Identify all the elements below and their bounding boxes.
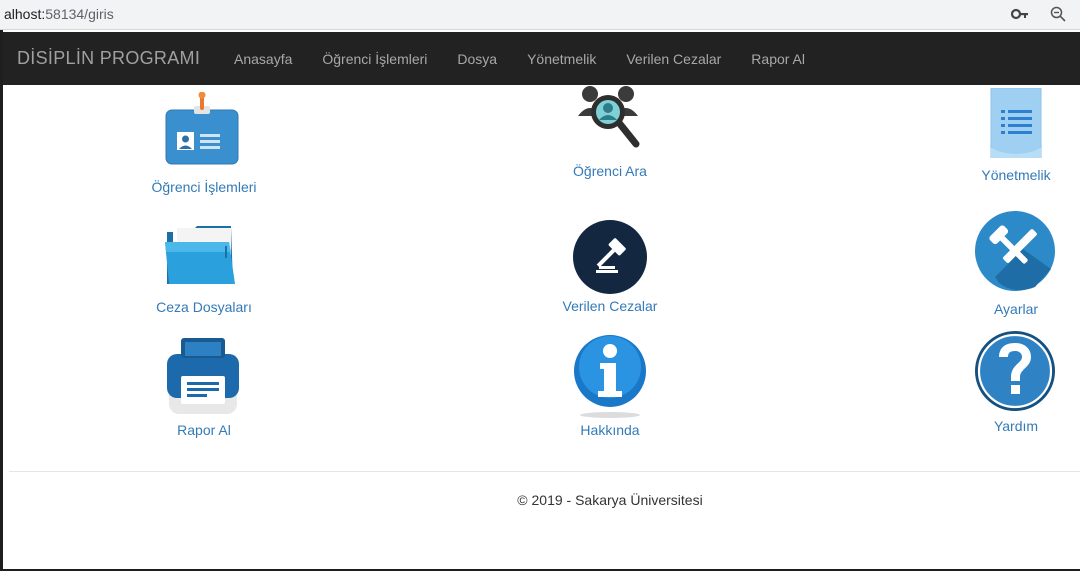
nav-link-ogrenci-islemleri[interactable]: Öğrenci İşlemleri [307,50,442,68]
zoom-icon[interactable] [1048,4,1068,24]
tile-label-verilen-cezalar[interactable]: Verilen Cezalar [563,298,658,314]
nav-link-rapor-al[interactable]: Rapor Al [736,50,820,68]
tile-label-ogrenci-ara[interactable]: Öğrenci Ara [573,163,647,179]
tile-label-rapor-al[interactable]: Rapor Al [177,422,231,438]
tile-label-yonetmelik[interactable]: Yönetmelik [981,167,1050,183]
window-frame-left [0,0,3,571]
tile-label-ayarlar[interactable]: Ayarlar [994,301,1038,317]
printer-icon [167,338,239,414]
tile-label-hakkinda[interactable]: Hakkında [580,422,639,438]
nav-link-verilen-cezalar[interactable]: Verilen Cezalar [611,50,736,68]
browser-address-bar: alhost:58134/giris [0,0,1080,30]
url-field[interactable]: alhost:58134/giris [4,6,114,22]
document-list-icon [990,88,1042,158]
nav-link-yonetmelik[interactable]: Yönetmelik [512,50,611,68]
tile-label-ceza-dosyalari[interactable]: Ceza Dosyaları [156,299,252,315]
url-host: alhost: [4,6,46,22]
folder-icon [165,226,235,284]
people-search-icon [578,86,640,148]
footer-copyright: © 2019 - Sakarya Üniversitesi [517,492,703,508]
nav-links: Anasayfa Öğrenci İşlemleri Dosya Yönetme… [219,50,820,68]
nav-link-anasayfa[interactable]: Anasayfa [219,50,307,68]
footer-divider [9,471,1080,472]
nav-link-dosya[interactable]: Dosya [442,50,512,68]
info-icon [574,335,646,418]
key-icon[interactable] [1010,4,1030,24]
brand-logo[interactable]: DİSİPLİN PROGRAMI [17,48,200,69]
tile-label-ogrenci-islemleri[interactable]: Öğrenci İşlemleri [151,179,256,195]
question-mark-icon [975,331,1055,411]
gavel-icon [573,220,647,294]
id-badge-icon [165,92,239,165]
top-navbar: DİSİPLİN PROGRAMI Anasayfa Öğrenci İşlem… [3,32,1080,85]
tools-icon [975,211,1055,291]
tile-label-yardim[interactable]: Yardım [994,418,1038,434]
url-path: 58134/giris [45,6,114,22]
